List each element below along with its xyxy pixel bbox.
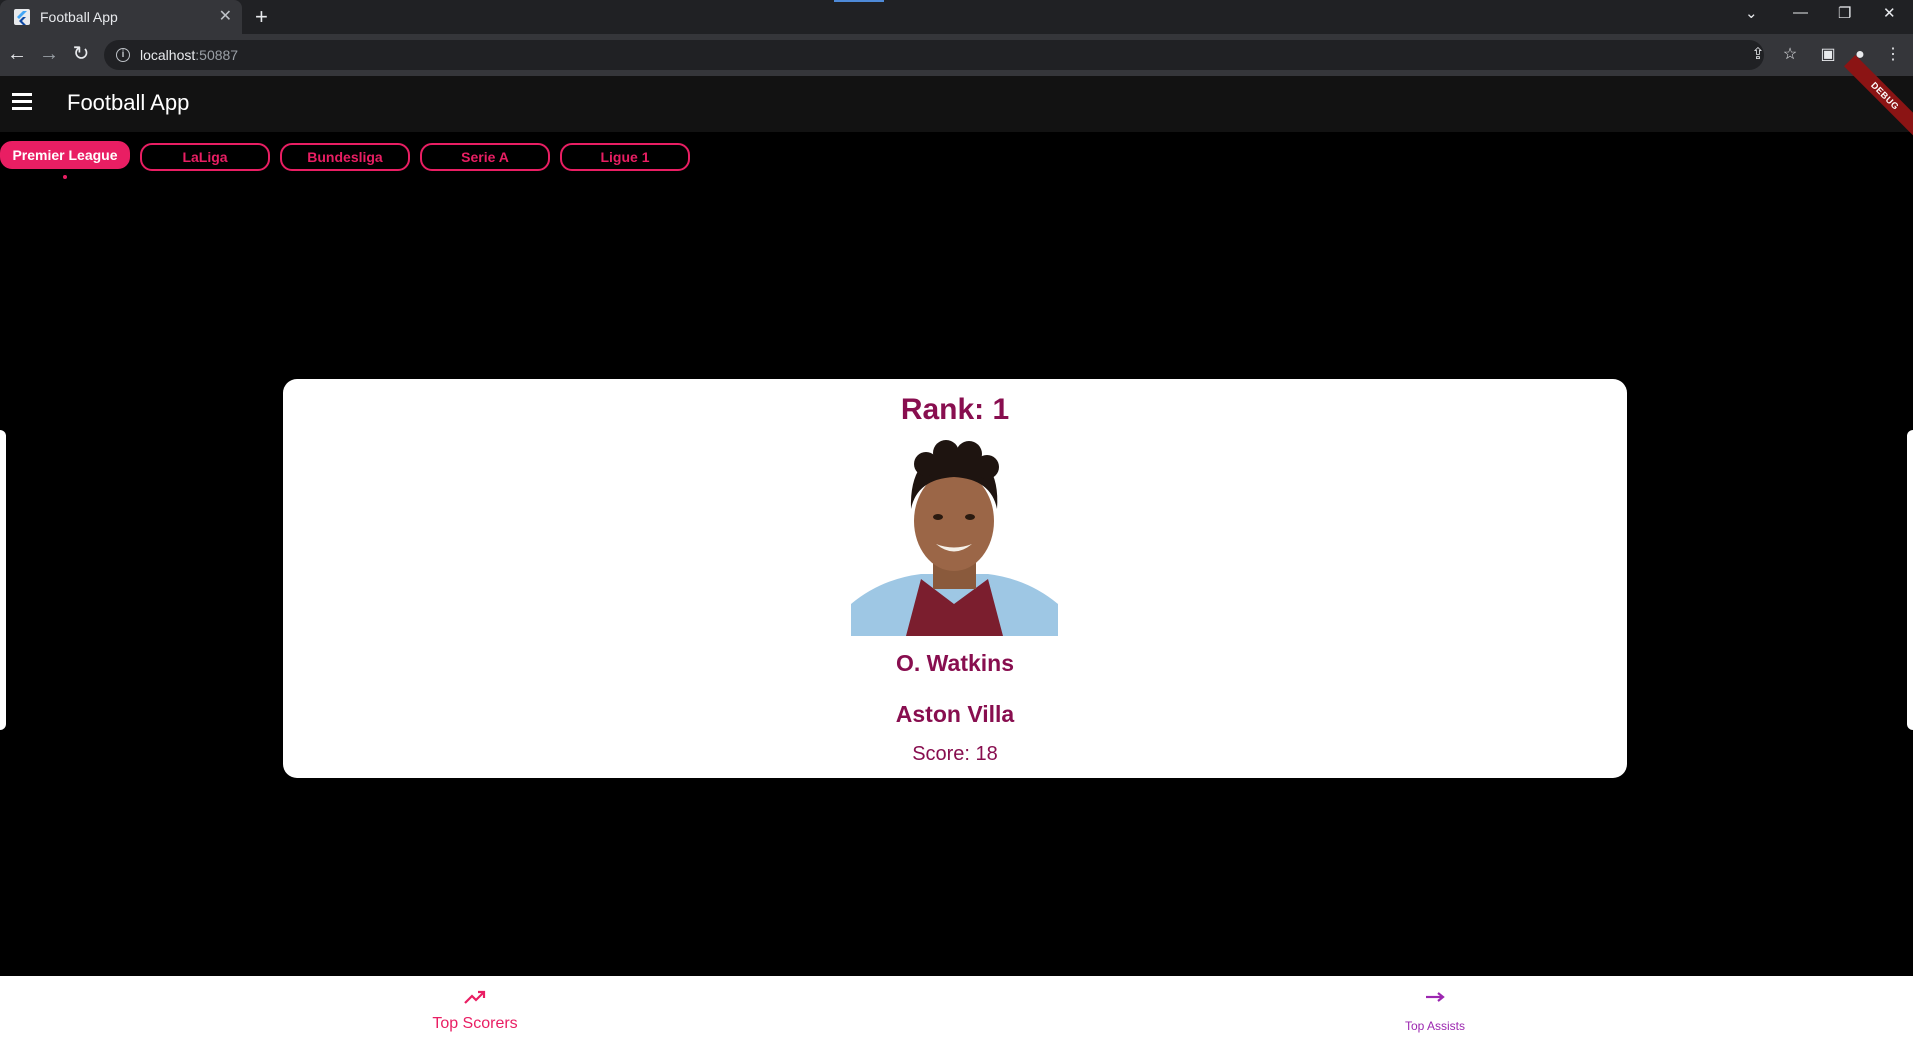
flutter-favicon-icon	[14, 9, 30, 25]
tab-ligue-1[interactable]: Ligue 1	[560, 143, 690, 171]
tab-strip-indicator	[834, 0, 884, 2]
browser-tab-title: Football App	[40, 9, 118, 25]
nav-top-scorers[interactable]: Top Scorers	[430, 986, 520, 1033]
browser-tab[interactable]: Football App ✕	[0, 0, 242, 34]
trending-up-icon	[464, 990, 486, 1004]
tab-bundesliga[interactable]: Bundesliga	[280, 143, 410, 171]
browser-toolbar: ← → ↻ i localhost:50887 ⇪ ☆ ▣ ● ⋮	[0, 34, 1913, 76]
bookmark-star-icon[interactable]: ☆	[1779, 44, 1801, 66]
url-host: localhost	[140, 47, 196, 63]
player-name: O. Watkins	[896, 650, 1014, 676]
site-info-icon[interactable]: i	[116, 48, 130, 62]
nav-top-assists[interactable]: Top Assists	[1395, 986, 1475, 1033]
menu-more-icon[interactable]: ⋮	[1882, 44, 1904, 66]
app-title: Football App	[67, 90, 190, 115]
arrow-right-icon	[1426, 992, 1445, 1002]
score-label: Score: 18	[912, 743, 998, 765]
player-photo	[851, 429, 1058, 636]
app-bar: Football App DEBUG	[0, 54, 1913, 138]
back-icon[interactable]: ←	[5, 42, 29, 66]
active-tab-indicator	[63, 175, 67, 179]
tab-close-icon[interactable]: ✕	[219, 8, 232, 26]
address-input[interactable]: i localhost:50887	[104, 40, 1764, 70]
previous-card-peek[interactable]	[0, 430, 6, 730]
nav-top-assists-label: Top Assists	[1404, 1019, 1466, 1033]
forward-icon[interactable]: →	[37, 42, 61, 66]
side-panel-icon[interactable]: ▣	[1817, 44, 1839, 66]
tab-laliga[interactable]: LaLiga	[140, 143, 270, 171]
close-window-icon[interactable]: ✕	[1883, 4, 1896, 22]
rank-label: Rank: 1	[900, 393, 1010, 426]
restore-icon[interactable]: ❐	[1838, 4, 1851, 22]
url-port: :50887	[195, 47, 239, 63]
share-icon[interactable]: ⇪	[1747, 44, 1769, 66]
bottom-navigation: Top Scorers Top Assists	[0, 976, 1913, 1042]
tab-premier-league[interactable]: Premier League	[0, 141, 130, 169]
tab-serie-a[interactable]: Serie A	[420, 143, 550, 171]
player-card[interactable]: Rank: 1 O. Watkins Aston Villa Score: 18	[283, 379, 1627, 778]
next-card-peek[interactable]	[1907, 430, 1913, 730]
minimize-icon[interactable]: —	[1793, 4, 1808, 21]
new-tab-icon[interactable]: +	[255, 4, 268, 30]
reload-icon[interactable]: ↻	[69, 42, 93, 66]
browser-tab-bar: Football App ✕ + ⌄ — ❐ ✕	[0, 0, 1913, 34]
team-name: Aston Villa	[895, 701, 1015, 727]
nav-top-scorers-label: Top Scorers	[432, 1015, 518, 1032]
menu-icon[interactable]	[12, 93, 34, 113]
tab-search-icon[interactable]: ⌄	[1745, 4, 1758, 22]
